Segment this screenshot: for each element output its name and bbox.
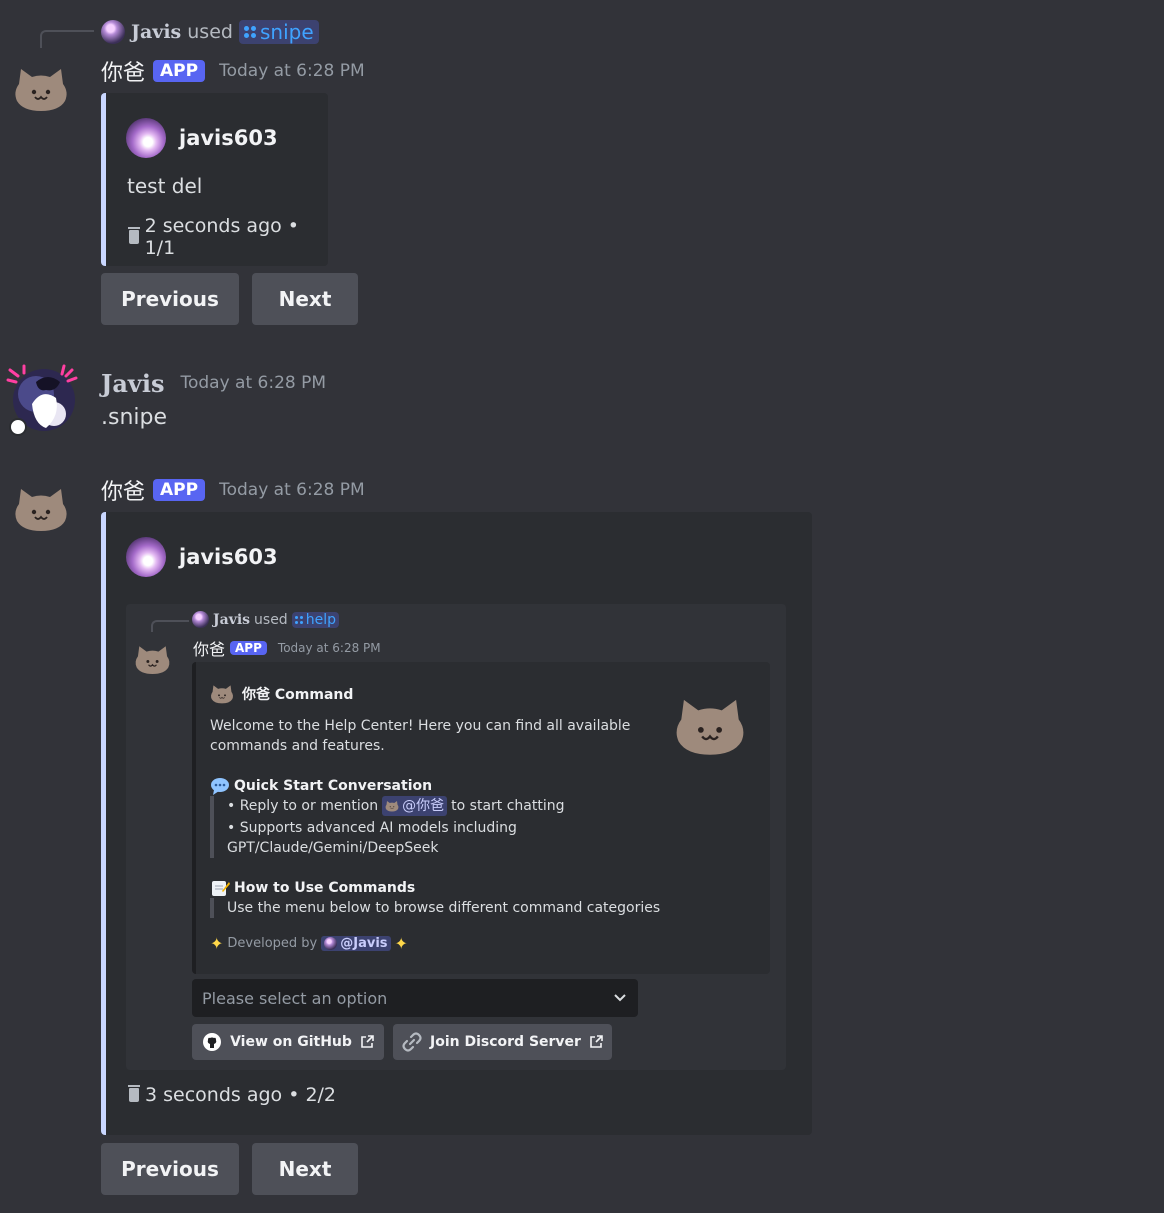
author-name[interactable]: 你爸 — [101, 55, 145, 87]
embed-description: test del — [127, 174, 203, 198]
github-link-button: View on GitHub — [192, 1024, 384, 1060]
desc-line: commands and features. — [210, 738, 385, 754]
trash-icon — [128, 1085, 140, 1102]
javis-avatar[interactable] — [6, 364, 78, 436]
bullet-text: GPT/Claude/Gemini/DeepSeek — [227, 840, 439, 856]
message-header: 你爸 APP Today at 6:28 PM — [101, 56, 365, 86]
timestamp: Today at 6:28 PM — [219, 61, 365, 81]
reply-spine — [151, 620, 189, 632]
developer-text: Developed by — [227, 936, 318, 951]
timestamp: Today at 6:28 PM — [219, 480, 365, 500]
next-button[interactable]: Next — [252, 1143, 358, 1195]
cat-avatar[interactable] — [13, 66, 69, 112]
snipe-embed: javis603 test del 2 seconds ago • 1/1 — [101, 93, 328, 266]
timestamp: Today at 6:28 PM — [277, 641, 381, 655]
app-badge: APP — [153, 60, 206, 82]
message-header: 你爸 APP Today at 6:28 PM — [193, 636, 381, 660]
reply-reference[interactable]: Javis used snipe — [101, 17, 319, 47]
embed-author-name: javis603 — [179, 126, 278, 150]
quote-block: Use the menu below to browse different c… — [210, 898, 660, 918]
github-icon — [203, 1033, 222, 1051]
embed-footer-text: 2 seconds ago • 1/1 — [144, 215, 299, 259]
section-title: How to Use Commands — [234, 880, 416, 896]
embed-author-avatar — [126, 537, 166, 577]
reply-avatar — [192, 611, 209, 628]
speech-bubble-icon — [211, 778, 229, 795]
embed-author-name: javis603 — [179, 545, 278, 569]
timestamp: Today at 6:28 PM — [180, 373, 327, 393]
cat-avatar — [134, 644, 171, 675]
quick-start-section: Quick Start Conversation • Reply to or m… — [210, 776, 565, 858]
snipe-embed: javis603 Javis used help 你爸 APP Today at… — [101, 512, 812, 1135]
quote-block: • Reply to or mention @你爸 to start chatt… — [210, 796, 565, 858]
embed-image[interactable]: Javis used help 你爸 APP Today at 6:28 PM … — [126, 604, 786, 1070]
sparkles-icon: ✦ — [394, 934, 408, 953]
command-icon — [243, 26, 256, 38]
cat-thumbnail — [672, 696, 748, 756]
command-icon — [294, 615, 303, 624]
slash-command-pill: help — [291, 611, 339, 628]
developer-mention: @Javis — [321, 936, 391, 951]
cat-icon — [385, 800, 399, 812]
bullet-text: to start chatting — [451, 798, 565, 814]
reply-reference: Javis used help — [192, 611, 339, 628]
embed-author: javis603 — [126, 537, 278, 577]
slash-command-name: help — [305, 611, 336, 628]
author-name[interactable]: Javis — [101, 369, 164, 398]
bullet-text: • Reply to or mention — [227, 798, 379, 814]
mention-text: @你爸 — [402, 798, 445, 814]
discord-button-label: Join Discord Server — [430, 1034, 581, 1050]
slash-command-name: snipe — [259, 20, 314, 44]
trash-icon — [128, 227, 140, 244]
select-placeholder: Please select an option — [202, 988, 388, 1008]
reply-username[interactable]: Javis — [131, 21, 181, 43]
reply-used-text: used — [187, 21, 233, 43]
embed-footer: 3 seconds ago • 2/2 — [128, 1084, 337, 1106]
mention-avatar — [324, 937, 338, 950]
memo-icon — [212, 881, 230, 896]
embed-footer: 2 seconds ago • 1/1 — [128, 215, 328, 259]
help-embed: 你爸 Command Welcome to the Help Center! H… — [192, 662, 770, 974]
message-content: .snipe — [101, 405, 168, 430]
bullet-text: • Supports advanced AI models including — [227, 820, 517, 836]
external-link-icon — [361, 1035, 374, 1048]
developer-line: ✦ Developed by @Javis ✦ — [210, 934, 408, 953]
reply-spine — [40, 30, 94, 48]
github-button-label: View on GitHub — [230, 1034, 352, 1050]
embed-author-avatar — [126, 118, 166, 158]
embed-author: javis603 — [126, 118, 278, 158]
link-icon — [402, 1032, 422, 1052]
desc-line: Welcome to the Help Center! Here you can… — [210, 718, 631, 734]
external-link-icon — [590, 1035, 603, 1048]
command-select: Please select an option — [192, 979, 638, 1017]
bot-mention: @你爸 — [382, 796, 448, 816]
embed-description: Welcome to the Help Center! Here you can… — [210, 716, 630, 756]
reply-used-text: used — [254, 611, 288, 628]
chevron-down-icon — [614, 994, 626, 1002]
javis-avatar-image — [6, 364, 78, 436]
section-title: Quick Start Conversation — [234, 778, 433, 794]
mention-text: @Javis — [340, 936, 388, 951]
cat-avatar[interactable] — [13, 486, 69, 532]
reply-avatar — [101, 20, 125, 44]
discord-link-button: Join Discord Server — [393, 1024, 612, 1060]
sparkles-icon: ✦ — [210, 934, 224, 953]
author-name[interactable]: 你爸 — [101, 474, 145, 506]
previous-button[interactable]: Previous — [101, 273, 239, 325]
embed-title: 你爸 Command — [242, 687, 354, 703]
slash-command-pill[interactable]: snipe — [238, 20, 319, 44]
cat-icon — [210, 684, 234, 704]
next-button[interactable]: Next — [252, 273, 358, 325]
message-header: 你爸 APP Today at 6:28 PM — [101, 475, 365, 505]
author-name: 你爸 — [193, 640, 226, 659]
embed-title-row: 你爸 Command — [210, 684, 353, 704]
reply-username: Javis — [213, 611, 251, 628]
previous-button[interactable]: Previous — [101, 1143, 239, 1195]
app-badge: APP — [153, 479, 206, 501]
how-to-section: How to Use Commands Use the menu below t… — [210, 878, 660, 918]
app-badge: APP — [230, 641, 267, 655]
section-text: Use the menu below to browse different c… — [227, 900, 661, 916]
embed-footer-text: 3 seconds ago • 2/2 — [145, 1084, 337, 1106]
message-header: Javis Today at 6:28 PM — [101, 368, 326, 398]
